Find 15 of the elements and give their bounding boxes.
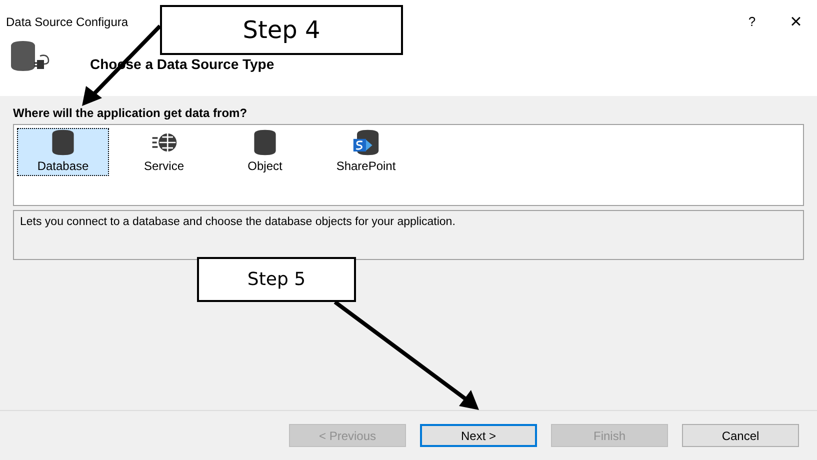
source-item[interactable]: Service xyxy=(118,128,210,176)
wizard-button[interactable]: Next > xyxy=(420,424,537,447)
callout-box: Step 4 xyxy=(160,5,403,55)
window-title: Data Source Configura xyxy=(6,14,128,31)
source-item[interactable]: Object xyxy=(219,128,311,176)
callout-box: Step 5 xyxy=(197,257,356,302)
sharepoint-database-icon xyxy=(351,129,381,156)
prompt-label: Where will the application get data from? xyxy=(13,105,248,122)
close-button[interactable]: × xyxy=(781,12,811,32)
help-button[interactable]: ? xyxy=(737,12,767,32)
wizard-button[interactable]: Cancel xyxy=(682,424,799,447)
description-panel: Lets you connect to a database and choose the database objects for your application. xyxy=(13,210,804,260)
source-item[interactable]: Database xyxy=(17,128,109,176)
source-item[interactable]: SharePoint xyxy=(320,128,412,176)
database-plug-icon xyxy=(10,40,50,74)
